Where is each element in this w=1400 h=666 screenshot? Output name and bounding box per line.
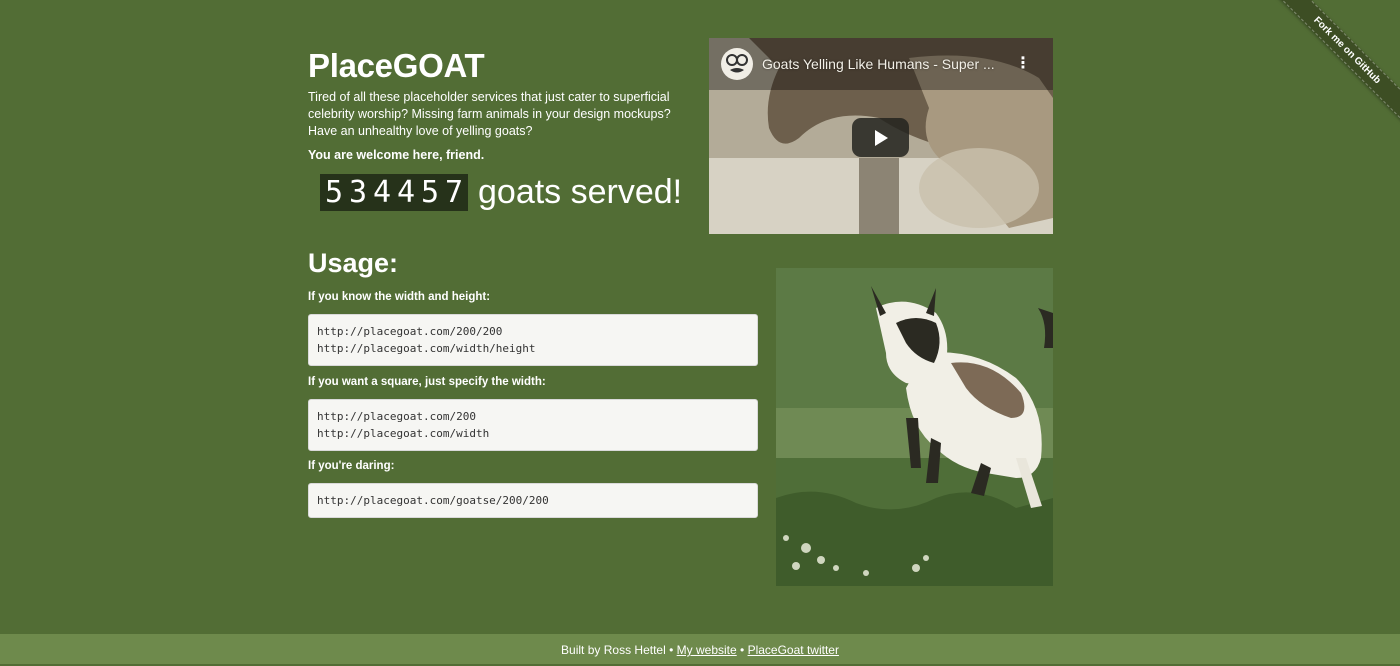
video-embed[interactable]: Goats Yelling Like Humans - Super ... ⋮ [709, 38, 1053, 234]
counter-digit: 4 [372, 174, 392, 210]
page-title: PlaceGOAT [308, 47, 485, 84]
usage-label: If you know the width and height: [308, 291, 491, 303]
counter-suffix: goats served! [478, 173, 683, 211]
code-line[interactable]: http://placegoat.com/width [317, 425, 749, 442]
counter-digit: 5 [324, 174, 344, 210]
twitter-link[interactable]: PlaceGoat twitter [748, 643, 839, 657]
usage-label: If you want a square, just specify the w… [308, 376, 546, 388]
counter-digit: 3 [348, 174, 368, 210]
code-block[interactable]: http://placegoat.com/200/200 http://plac… [308, 314, 758, 366]
play-button[interactable] [852, 118, 909, 157]
counter-digits: 5 3 4 4 5 7 [320, 173, 468, 211]
intro-text: Tired of all these placeholder services … [308, 90, 671, 138]
welcome-text: You are welcome here, friend. [308, 148, 485, 162]
my-website-link[interactable]: My website [677, 643, 737, 657]
github-ribbon-container: Fork me on GitHub [1250, 0, 1400, 150]
more-vertical-icon[interactable]: ⋮ [1015, 56, 1031, 72]
main-content: PlaceGOAT Tired of all these placeholder… [308, 0, 1054, 632]
code-block[interactable]: http://placegoat.com/200 http://placegoa… [308, 399, 758, 451]
footer-separator: • [740, 643, 745, 657]
channel-logo-icon[interactable] [721, 48, 753, 80]
jumping-goat-image [776, 268, 1053, 586]
code-line[interactable]: http://placegoat.com/width/height [317, 340, 749, 357]
counter-digit: 7 [444, 174, 464, 210]
play-icon [874, 129, 888, 146]
video-title[interactable]: Goats Yelling Like Humans - Super ... [762, 56, 1002, 72]
code-line[interactable]: http://placegoat.com/200/200 [317, 323, 749, 340]
counter-digit: 5 [420, 174, 440, 210]
counter-digit: 4 [396, 174, 416, 210]
usage-heading: Usage: [308, 248, 399, 278]
usage-label: If you're daring: [308, 460, 395, 472]
github-fork-ribbon[interactable]: Fork me on GitHub [1272, 0, 1400, 126]
code-line[interactable]: http://placegoat.com/200 [317, 408, 749, 425]
goat-counter: 5 3 4 4 5 7 goats served! [320, 172, 682, 212]
code-line[interactable]: http://placegoat.com/goatse/200/200 [317, 492, 749, 509]
goat-photo [776, 268, 1053, 586]
code-block[interactable]: http://placegoat.com/goatse/200/200 [308, 483, 758, 518]
footer: Built by Ross Hettel • My website • Plac… [0, 634, 1400, 664]
goat-face-icon [726, 54, 748, 73]
footer-separator: • [669, 643, 674, 657]
footer-credit: Built by Ross Hettel [561, 643, 666, 657]
